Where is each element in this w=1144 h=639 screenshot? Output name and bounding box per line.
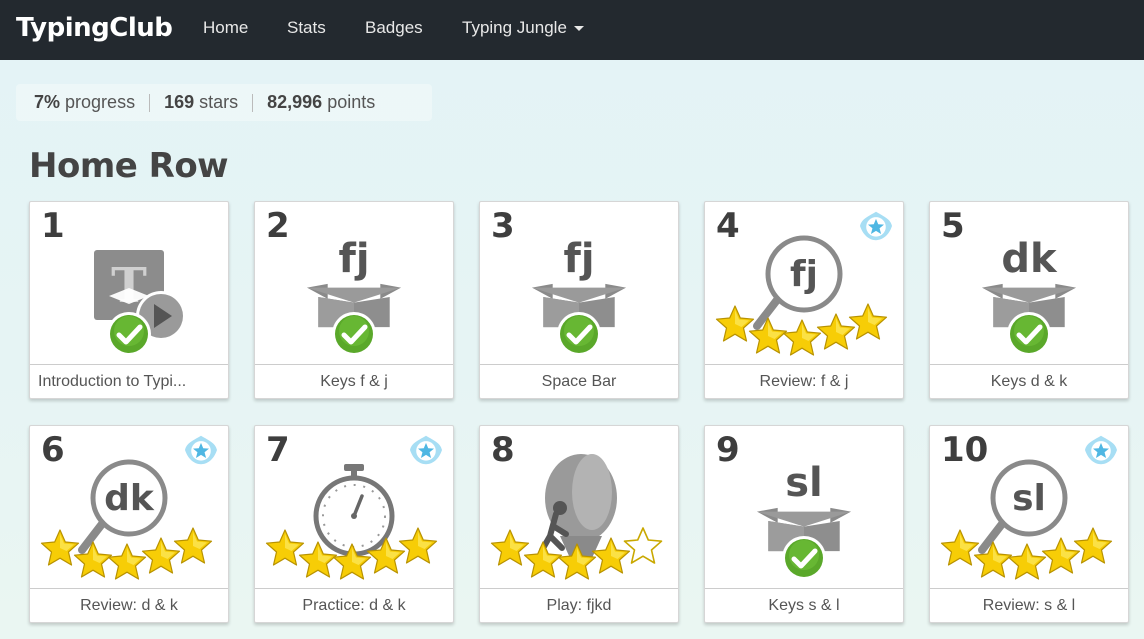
divider xyxy=(252,93,254,112)
brand-logo[interactable]: TypingClub xyxy=(16,13,173,43)
progress-value: 7% xyxy=(34,92,61,112)
progress-stat: 7% progress xyxy=(34,92,135,113)
lesson-title: Play: fjkd xyxy=(480,588,678,622)
star-filled-icon xyxy=(1073,526,1113,566)
lesson-card-1[interactable]: 1 T Introduction to Typi... xyxy=(29,201,229,399)
star-filled-icon xyxy=(398,526,438,566)
check-complete-icon xyxy=(106,311,152,357)
caret-down-icon xyxy=(573,26,584,32)
lesson-title: Introduction to Typi... xyxy=(30,364,228,398)
lesson-card-8[interactable]: 8 Play: fjkd xyxy=(479,425,679,623)
lesson-keys: fj xyxy=(563,236,595,282)
divider xyxy=(149,93,151,112)
star-rating xyxy=(40,524,220,584)
star-rating xyxy=(490,524,670,584)
star-rating xyxy=(940,524,1120,584)
star-filled-icon xyxy=(173,526,213,566)
points-label: points xyxy=(327,92,376,112)
star-rating xyxy=(265,524,445,584)
top-navbar: TypingClub Home Stats Badges Typing Jung… xyxy=(0,0,1144,60)
lesson-keys: fj xyxy=(338,236,370,282)
lesson-title: Space Bar xyxy=(480,364,678,398)
star-filled-icon xyxy=(848,302,888,342)
lesson-keys: sl xyxy=(1012,478,1046,519)
lesson-card-9[interactable]: 9 sl Keys s & l xyxy=(704,425,904,623)
lesson-card-10[interactable]: 10 sl Review: s & l xyxy=(929,425,1129,623)
lesson-keys: dk xyxy=(1001,236,1057,282)
lesson-card-6[interactable]: 6 dk Review: d & k xyxy=(29,425,229,623)
progress-label: progress xyxy=(65,92,136,112)
points-stat: 82,996 points xyxy=(267,92,375,113)
lesson-card-3[interactable]: 3 fj Space Bar xyxy=(479,201,679,399)
star-empty-icon xyxy=(623,526,663,566)
stars-stat: 169 stars xyxy=(164,92,238,113)
lesson-card-7[interactable]: 7 Practice: d & k xyxy=(254,425,454,623)
check-complete-icon xyxy=(556,311,602,357)
nav-stats-link[interactable]: Stats xyxy=(287,18,326,38)
lesson-keys: sl xyxy=(785,460,823,506)
nav-home-link[interactable]: Home xyxy=(203,18,248,38)
check-complete-icon xyxy=(781,535,827,581)
lesson-title: Practice: d & k xyxy=(255,588,453,622)
lesson-title: Keys f & j xyxy=(255,364,453,398)
stars-value: 169 xyxy=(164,92,195,112)
lesson-title: Keys d & k xyxy=(930,364,1128,398)
lesson-title: Review: s & l xyxy=(930,588,1128,622)
lesson-card-5[interactable]: 5 dk Keys d & k xyxy=(929,201,1129,399)
lesson-card-2[interactable]: 2 fj Keys f & j xyxy=(254,201,454,399)
check-complete-icon xyxy=(331,311,377,357)
lesson-title: Review: f & j xyxy=(705,364,903,398)
section-title: Home Row xyxy=(29,146,229,186)
stars-label: stars xyxy=(199,92,239,112)
lesson-keys: fj xyxy=(789,254,818,295)
check-complete-icon xyxy=(1006,311,1052,357)
star-rating xyxy=(715,300,895,360)
stats-summary: 7% progress 169 stars 82,996 points xyxy=(16,84,432,121)
lesson-keys: dk xyxy=(104,478,154,519)
nav-badges-link[interactable]: Badges xyxy=(365,18,423,38)
lesson-title: Review: d & k xyxy=(30,588,228,622)
nav-typing-jungle-dropdown[interactable]: Typing Jungle xyxy=(462,18,584,38)
lesson-title: Keys s & l xyxy=(705,588,903,622)
lesson-card-4[interactable]: 4 fj Review: f & j xyxy=(704,201,904,399)
typing-jungle-label: Typing Jungle xyxy=(462,18,567,37)
points-value: 82,996 xyxy=(267,92,323,112)
